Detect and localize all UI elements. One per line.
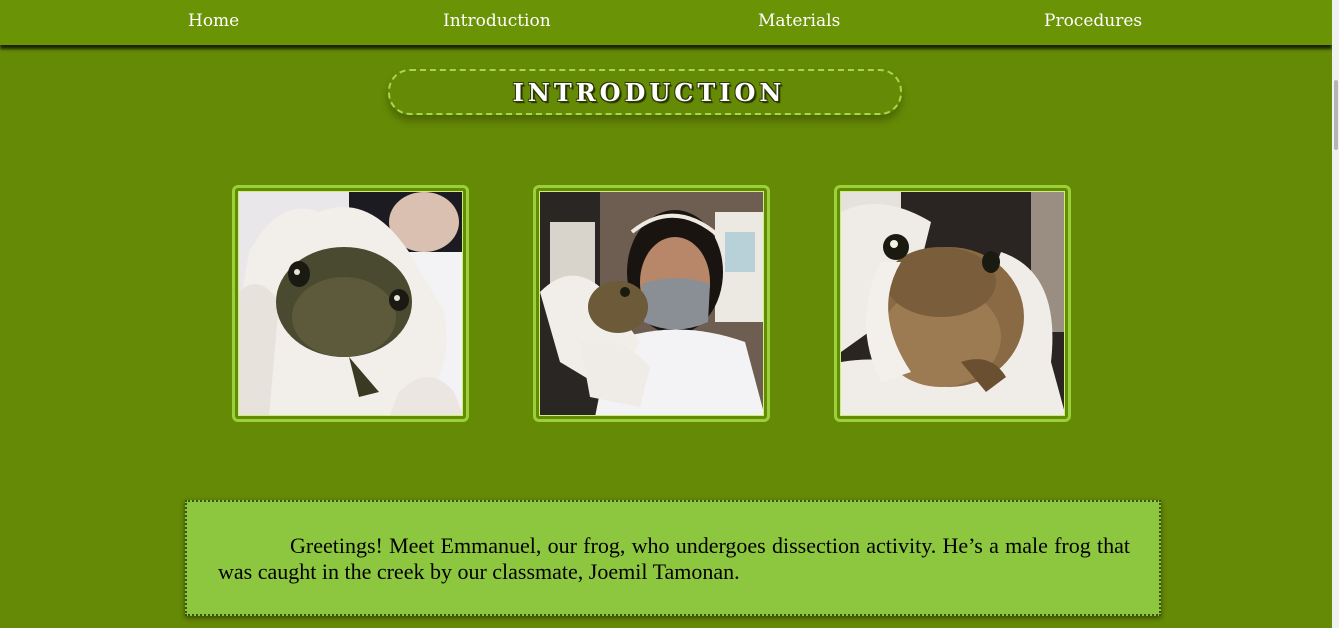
nav-materials-link[interactable]: Materials <box>758 11 840 31</box>
page-scrollbar[interactable] <box>1332 0 1339 628</box>
nav-procedures-link[interactable]: Procedures <box>1044 11 1142 31</box>
toad-photo-2 <box>539 191 764 416</box>
photo-frame-2 <box>533 185 770 422</box>
scrollbar-thumb[interactable] <box>1334 80 1338 150</box>
nav-introduction-link[interactable]: Introduction <box>443 11 551 31</box>
section-title-banner: INTRODUCTION <box>388 69 902 115</box>
intro-text-box: Greetings! Meet Emmanuel, our frog, who … <box>185 500 1161 616</box>
nav-home-link[interactable]: Home <box>188 11 239 31</box>
intro-paragraph: Greetings! Meet Emmanuel, our frog, who … <box>218 533 1130 584</box>
photo-frame-3 <box>834 185 1071 422</box>
photo-frame-1 <box>232 185 469 422</box>
top-navbar: Home Introduction Materials Procedures <box>0 0 1332 45</box>
toad-photo-1 <box>238 191 463 416</box>
toad-photo-3 <box>840 191 1065 416</box>
page-title: INTRODUCTION <box>512 77 786 107</box>
